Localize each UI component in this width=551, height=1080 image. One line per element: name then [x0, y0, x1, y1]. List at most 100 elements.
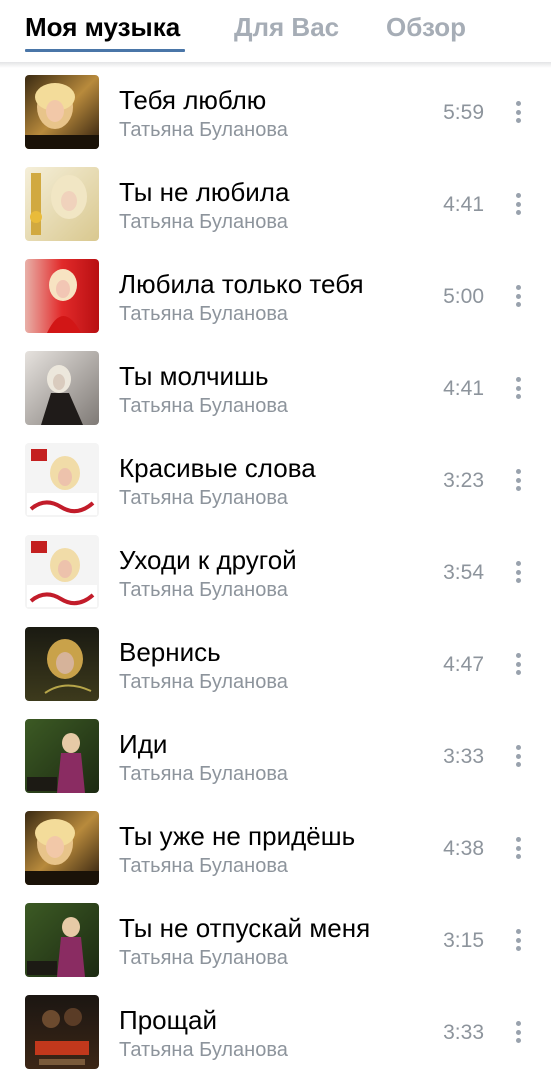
dot	[515, 385, 521, 391]
track-title: Ты не любила	[119, 177, 290, 207]
track-duration: 4:47	[443, 653, 484, 676]
track-row[interactable]: Ты не любила Татьяна Буланова 4:41	[0, 159, 551, 251]
track-row[interactable]: Ты уже не придёшь Татьяна Буланова 4:38	[0, 803, 551, 895]
album-cover[interactable]	[25, 719, 99, 793]
dot	[515, 854, 521, 859]
track-title: Красивые слова	[119, 453, 316, 483]
dot	[515, 661, 521, 667]
track-duration: 4:41	[443, 377, 484, 400]
track-row[interactable]: Красивые слова Татьяна Буланова 3:23	[0, 435, 551, 527]
dot	[515, 293, 521, 299]
dot	[515, 201, 521, 207]
dot	[515, 109, 521, 115]
track-duration: 4:41	[443, 193, 484, 216]
dot	[515, 670, 521, 675]
track-title: Иди	[119, 729, 168, 759]
album-cover[interactable]	[25, 351, 99, 425]
track-artist: Татьяна Буланова	[119, 395, 288, 417]
track-duration: 3:33	[443, 745, 484, 768]
track-artist: Татьяна Буланова	[119, 855, 288, 877]
track-artist: Татьяна Буланова	[119, 1039, 288, 1061]
more-options-icon[interactable]	[511, 651, 525, 677]
dot	[515, 394, 521, 399]
track-artist: Татьяна Буланова	[119, 579, 288, 601]
tab-bar: Моя музыка Для Вас Обзор	[0, 0, 551, 64]
dot	[515, 561, 521, 566]
tab-browse[interactable]: Обзор	[386, 12, 466, 43]
dot	[515, 469, 521, 474]
dot	[515, 193, 521, 198]
more-options-icon[interactable]	[511, 835, 525, 861]
more-options-icon[interactable]	[511, 1019, 525, 1045]
dot	[515, 929, 521, 934]
track-title: Ты не отпускай меня	[119, 913, 371, 943]
dot	[515, 477, 521, 483]
tab-my-music[interactable]: Моя музыка	[25, 12, 180, 43]
dot	[515, 377, 521, 382]
track-row[interactable]: Прощай Татьяна Буланова 3:33	[0, 987, 551, 1079]
track-row[interactable]: Уходи к другой Татьяна Буланова 3:54	[0, 527, 551, 619]
track-row[interactable]: Любила только тебя Татьяна Буланова 5:00	[0, 251, 551, 343]
dot	[515, 845, 521, 851]
track-duration: 3:23	[443, 469, 484, 492]
album-cover[interactable]	[25, 167, 99, 241]
track-duration: 3:15	[443, 929, 484, 952]
album-cover[interactable]	[25, 443, 99, 517]
dot	[515, 569, 521, 575]
more-options-icon[interactable]	[511, 375, 525, 401]
more-options-icon[interactable]	[511, 927, 525, 953]
album-cover[interactable]	[25, 903, 99, 977]
album-cover[interactable]	[25, 75, 99, 149]
track-duration: 4:38	[443, 837, 484, 860]
track-row[interactable]: Ты не отпускай меня Татьяна Буланова 3:15	[0, 895, 551, 987]
dot	[515, 1021, 521, 1026]
more-options-icon[interactable]	[511, 559, 525, 585]
track-artist: Татьяна Буланова	[119, 211, 288, 233]
album-cover[interactable]	[25, 995, 99, 1069]
track-title: Тебя люблю	[119, 85, 267, 115]
tab-for-you[interactable]: Для Вас	[234, 12, 339, 43]
dot	[515, 285, 521, 290]
dot	[515, 653, 521, 658]
dot	[515, 753, 521, 759]
album-cover[interactable]	[25, 535, 99, 609]
dot	[515, 486, 521, 491]
track-duration: 5:00	[443, 285, 484, 308]
album-cover[interactable]	[25, 811, 99, 885]
track-artist: Татьяна Буланова	[119, 119, 288, 141]
track-duration: 3:33	[443, 1021, 484, 1044]
track-title: Вернись	[119, 637, 221, 667]
dot	[515, 1029, 521, 1035]
more-options-icon[interactable]	[511, 467, 525, 493]
track-row[interactable]: Вернись Татьяна Буланова 4:47	[0, 619, 551, 711]
dot	[515, 946, 521, 951]
dot	[515, 937, 521, 943]
track-title: Уходи к другой	[119, 545, 297, 575]
album-cover[interactable]	[25, 259, 99, 333]
track-title: Ты молчишь	[119, 361, 269, 391]
track-row[interactable]: Тебя люблю Татьяна Буланова 5:59	[0, 67, 551, 159]
dot	[515, 118, 521, 123]
dot	[515, 837, 521, 842]
active-tab-indicator	[25, 49, 185, 52]
album-cover[interactable]	[25, 627, 99, 701]
more-options-icon[interactable]	[511, 99, 525, 125]
track-row[interactable]: Иди Татьяна Буланова 3:33	[0, 711, 551, 803]
track-title: Прощай	[119, 1005, 217, 1035]
more-options-icon[interactable]	[511, 743, 525, 769]
dot	[515, 302, 521, 307]
more-options-icon[interactable]	[511, 191, 525, 217]
track-title: Любила только тебя	[119, 269, 364, 299]
dot	[515, 762, 521, 767]
track-artist: Татьяна Буланова	[119, 671, 288, 693]
dot	[515, 578, 521, 583]
track-artist: Татьяна Буланова	[119, 947, 288, 969]
track-artist: Татьяна Буланова	[119, 303, 288, 325]
dot	[515, 745, 521, 750]
track-row[interactable]: Ты молчишь Татьяна Буланова 4:41	[0, 343, 551, 435]
dot	[515, 210, 521, 215]
track-duration: 5:59	[443, 101, 484, 124]
track-duration: 3:54	[443, 561, 484, 584]
more-options-icon[interactable]	[511, 283, 525, 309]
dot	[515, 1038, 521, 1043]
